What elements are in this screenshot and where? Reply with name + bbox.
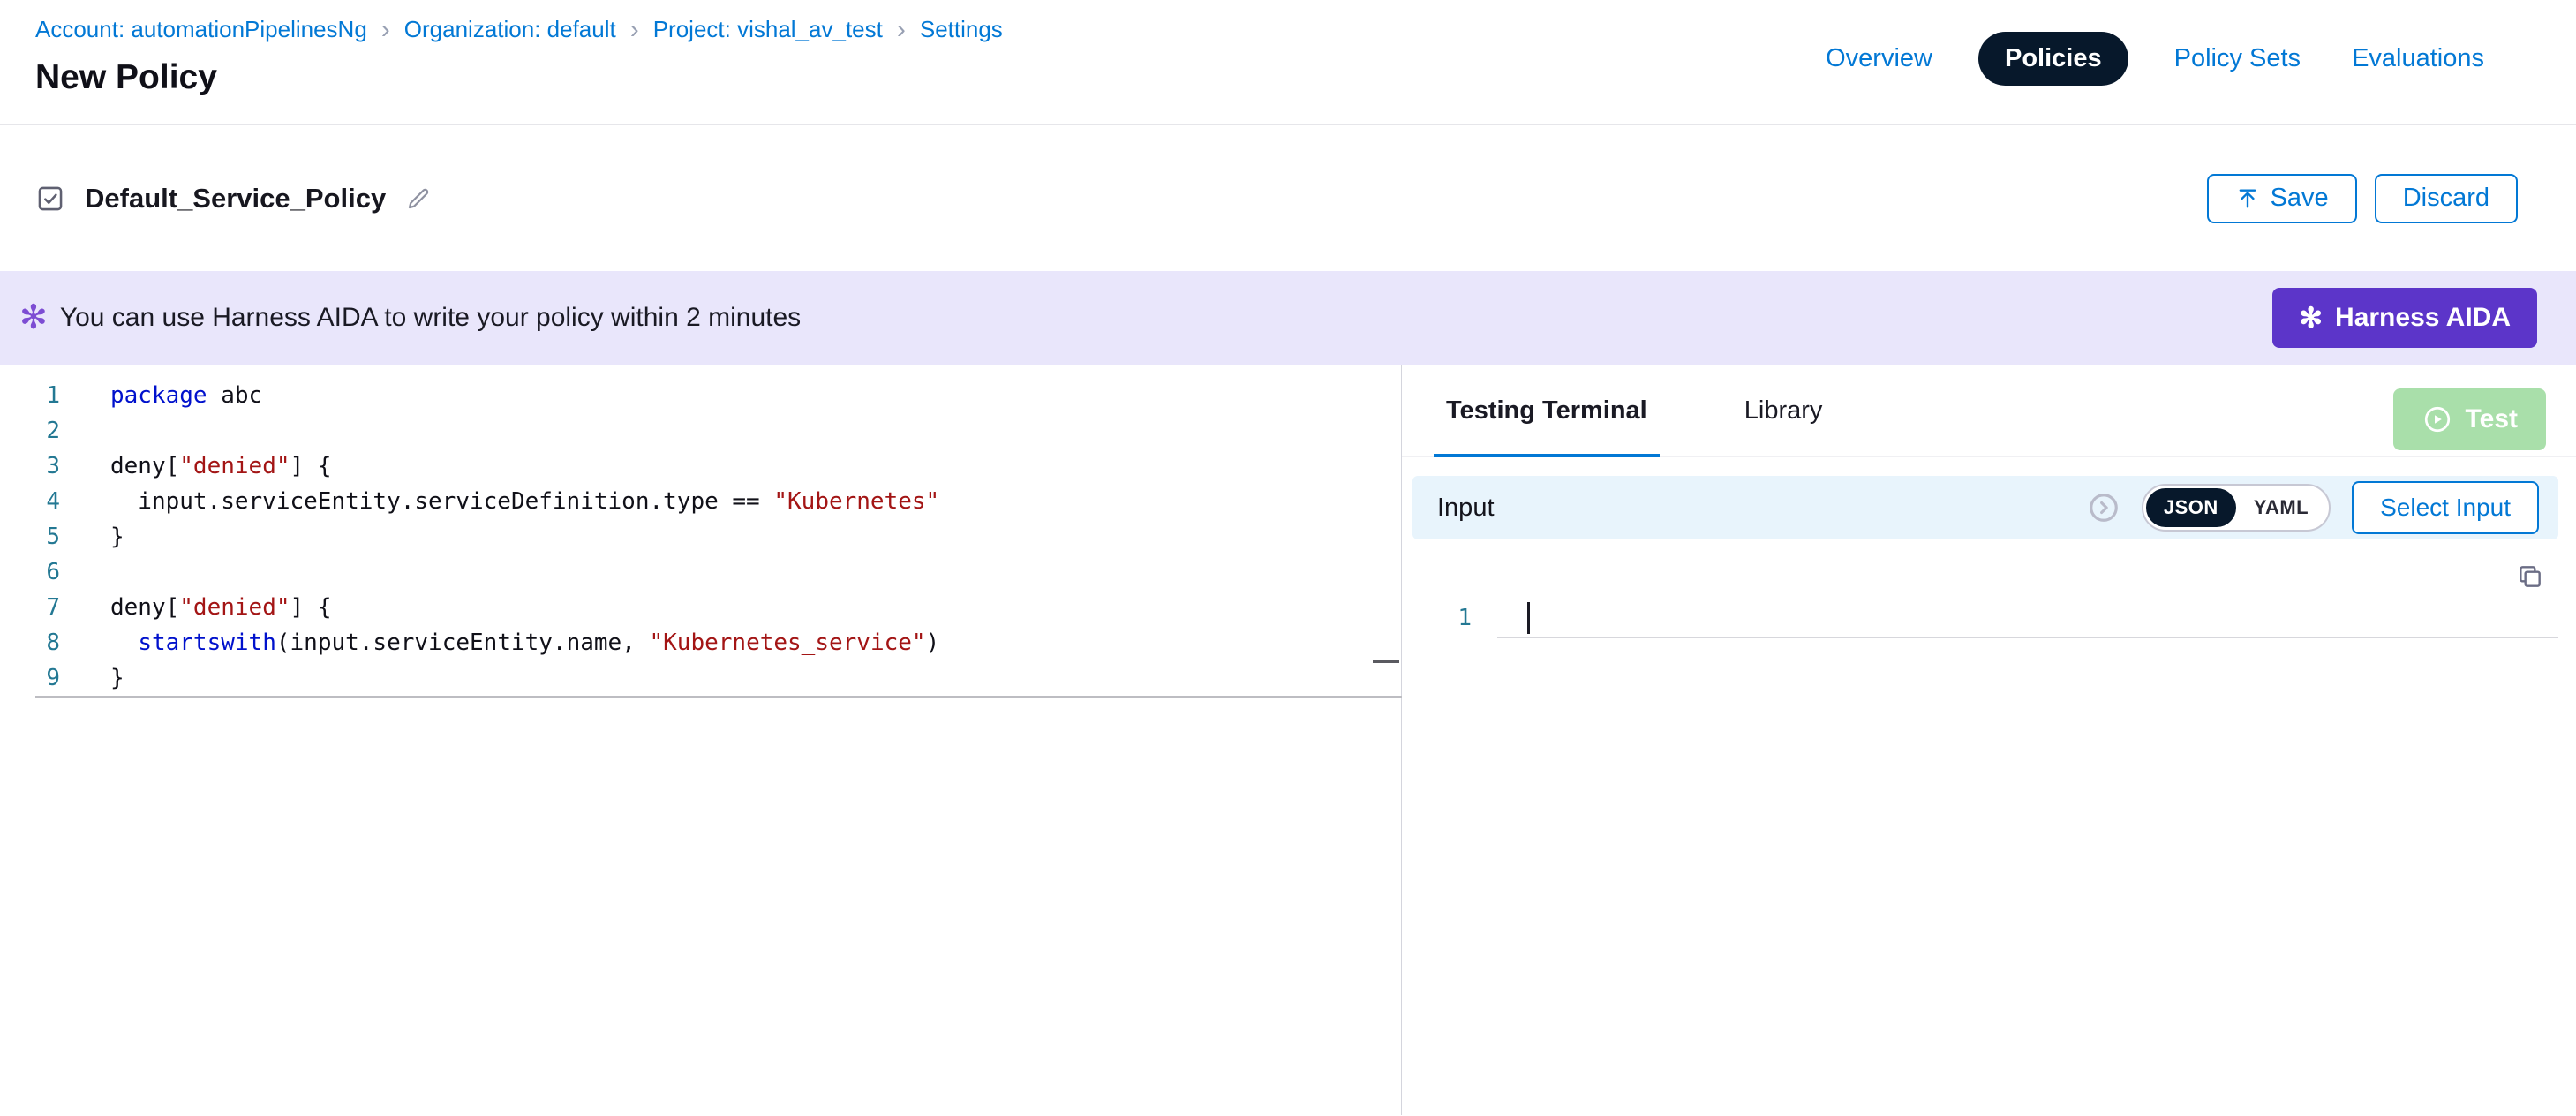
aida-banner-text: You can use Harness AIDA to write your p…: [60, 303, 801, 333]
save-button[interactable]: Save: [2207, 174, 2357, 223]
aida-sparkle-icon: ✻: [19, 301, 48, 335]
page-header: Account: automationPipelinesNg › Organiz…: [0, 0, 2576, 125]
breadcrumb: Account: automationPipelinesNg › Organiz…: [35, 16, 1003, 43]
input-header-controls: JSON YAML Select Input: [2087, 481, 2539, 534]
policy-name: Default_Service_Policy: [85, 183, 386, 215]
input-section-header: Input JSON YAML Select Input: [1412, 476, 2558, 539]
format-toggle: JSON YAML: [2142, 484, 2331, 532]
circle-chevron-icon[interactable]: [2087, 491, 2120, 524]
tab-policies[interactable]: Policies: [1978, 32, 2128, 86]
input-editor-line: 1: [1402, 600, 1530, 636]
tab-evaluations[interactable]: Evaluations: [2346, 32, 2489, 86]
breadcrumb-chevron-icon: ›: [630, 19, 639, 41]
breadcrumb-project[interactable]: Project: vishal_av_test: [653, 16, 883, 43]
current-line-border: [35, 696, 1402, 698]
tab-testing-terminal[interactable]: Testing Terminal: [1446, 365, 1647, 456]
testing-panel: Testing Terminal Library Test Inpu: [1402, 365, 2576, 1115]
play-circle-icon: [2422, 403, 2453, 435]
content-split: 123456789 package abcdeny["denied"] { in…: [0, 365, 2576, 1115]
app-root: Account: automationPipelinesNg › Organiz…: [0, 0, 2576, 1115]
toggle-json[interactable]: JSON: [2146, 488, 2236, 527]
breadcrumb-organization[interactable]: Organization: default: [404, 16, 616, 43]
module-tabs: Overview Policies Policy Sets Evaluation…: [1820, 32, 2489, 86]
overview-ruler-cursor-mark: [1373, 660, 1399, 663]
input-line-number: 1: [1402, 605, 1472, 631]
code-lines: package abcdeny["denied"] { input.servic…: [110, 378, 939, 696]
code-scroll: 123456789 package abcdeny["denied"] { in…: [0, 378, 1401, 696]
toggle-yaml[interactable]: YAML: [2236, 488, 2326, 527]
page-title: New Policy: [35, 58, 217, 97]
breadcrumb-account[interactable]: Account: automationPipelinesNg: [35, 16, 367, 43]
tab-library[interactable]: Library: [1744, 365, 1823, 456]
save-label: Save: [2271, 184, 2329, 213]
upload-icon: [2235, 186, 2260, 211]
code-gutter: 123456789: [0, 378, 60, 696]
tab-overview[interactable]: Overview: [1820, 32, 1938, 86]
policy-code-editor[interactable]: 123456789 package abcdeny["denied"] { in…: [0, 365, 1402, 1115]
aida-button-label: Harness AIDA: [2335, 303, 2511, 333]
aida-banner: ✻ You can use Harness AIDA to write your…: [0, 271, 2576, 365]
toolbar-actions: Save Discard: [2207, 174, 2518, 223]
aida-sparkle-icon: ✻: [2299, 304, 2323, 332]
harness-aida-button[interactable]: ✻ Harness AIDA: [2272, 288, 2537, 348]
edit-name-icon[interactable]: [405, 185, 432, 212]
policy-toolbar: Default_Service_Policy Save Discard: [0, 125, 2576, 271]
test-button[interactable]: Test: [2393, 388, 2546, 450]
input-label: Input: [1437, 494, 1495, 523]
tab-library-label: Library: [1744, 396, 1823, 426]
breadcrumb-settings[interactable]: Settings: [920, 16, 1003, 43]
tab-testing-terminal-label: Testing Terminal: [1446, 396, 1647, 426]
discard-label: Discard: [2403, 184, 2489, 213]
discard-button[interactable]: Discard: [2375, 174, 2518, 223]
breadcrumb-chevron-icon: ›: [381, 19, 390, 41]
select-input-button[interactable]: Select Input: [2352, 481, 2539, 534]
policy-title-group: Default_Service_Policy: [35, 183, 432, 215]
copy-icon[interactable]: [2516, 562, 2544, 595]
policy-check-icon: [35, 184, 65, 214]
text-cursor: [1527, 602, 1530, 634]
test-button-label: Test: [2466, 404, 2518, 434]
terminal-tabs: Testing Terminal Library Test: [1402, 365, 2576, 457]
breadcrumb-chevron-icon: ›: [897, 19, 906, 41]
input-current-line-border: [1497, 637, 2558, 638]
tab-policy-sets[interactable]: Policy Sets: [2169, 32, 2306, 86]
